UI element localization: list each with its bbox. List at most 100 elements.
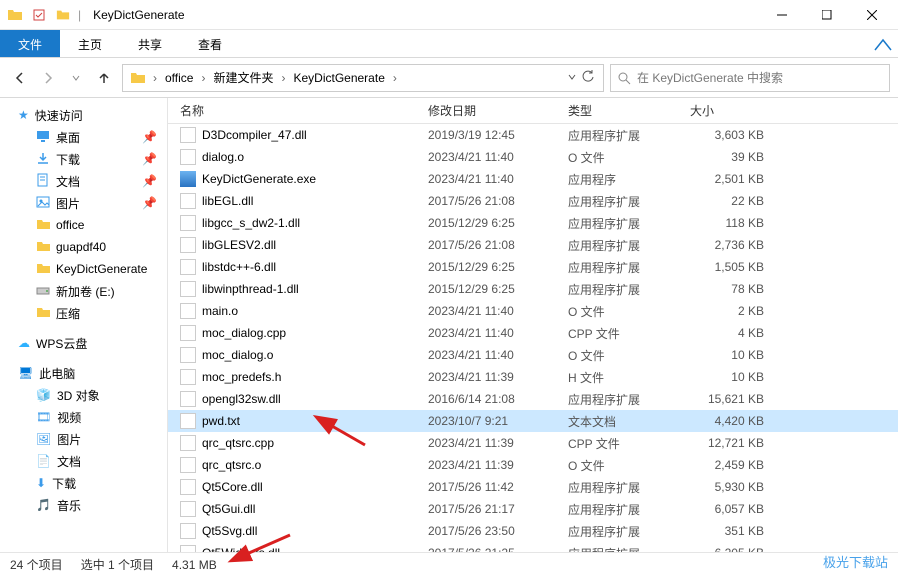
- sidebar-pc-item[interactable]: 🎵音乐: [0, 494, 167, 516]
- col-name[interactable]: 名称: [180, 102, 428, 119]
- file-size: 2,501 KB: [690, 172, 780, 186]
- minimize-button[interactable]: [759, 0, 804, 29]
- file-size: 4 KB: [690, 326, 780, 340]
- file-row[interactable]: moc_predefs.h 2023/4/21 11:39 H 文件 10 KB: [168, 366, 898, 388]
- file-row[interactable]: libwinpthread-1.dll 2015/12/29 6:25 应用程序…: [168, 278, 898, 300]
- qat-properties[interactable]: [28, 4, 50, 26]
- file-icon: [180, 523, 196, 539]
- file-row[interactable]: Qt5Widgets.dll 2017/5/26 21:25 应用程序扩展 6,…: [168, 542, 898, 552]
- pin-icon: 📌: [142, 152, 157, 166]
- file-name: moc_predefs.h: [202, 370, 281, 384]
- nav-icon: 🖼: [36, 432, 51, 446]
- nav-back[interactable]: [8, 66, 32, 90]
- sidebar-item[interactable]: KeyDictGenerate: [0, 258, 167, 280]
- file-icon: [180, 479, 196, 495]
- file-row[interactable]: qrc_qtsrc.o 2023/4/21 11:39 O 文件 2,459 K…: [168, 454, 898, 476]
- sidebar-pc-item[interactable]: 🧊3D 对象: [0, 384, 167, 406]
- file-icon: [180, 369, 196, 385]
- nav-history[interactable]: [64, 66, 88, 90]
- sidebar: ★ 快速访问 桌面📌下载📌文档📌图片📌 office guapdf40 KeyDict…: [0, 98, 168, 552]
- tab-share[interactable]: 共享: [120, 30, 180, 57]
- file-row[interactable]: moc_dialog.o 2023/4/21 11:40 O 文件 10 KB: [168, 344, 898, 366]
- file-row[interactable]: moc_dialog.cpp 2023/4/21 11:40 CPP 文件 4 …: [168, 322, 898, 344]
- chevron-right-icon[interactable]: ›: [391, 71, 399, 85]
- file-row[interactable]: main.o 2023/4/21 11:40 O 文件 2 KB: [168, 300, 898, 322]
- file-row[interactable]: libEGL.dll 2017/5/26 21:08 应用程序扩展 22 KB: [168, 190, 898, 212]
- file-date: 2017/5/26 21:17: [428, 502, 568, 516]
- nav-forward[interactable]: [36, 66, 60, 90]
- sidebar-pc-item[interactable]: 🎞视频: [0, 406, 167, 428]
- file-date: 2023/4/21 11:40: [428, 172, 568, 186]
- breadcrumb-seg-0[interactable]: office: [161, 69, 197, 87]
- file-row[interactable]: pwd.txt 2023/10/7 9:21 文本文档 4,420 KB: [168, 410, 898, 432]
- col-size[interactable]: 大小: [690, 102, 898, 119]
- breadcrumb-seg-1[interactable]: 新建文件夹: [209, 67, 277, 88]
- refresh-icon[interactable]: [581, 69, 595, 86]
- status-selection: 选中 1 个项目: [81, 556, 154, 573]
- sidebar-item[interactable]: 下载📌: [0, 148, 167, 170]
- search-input[interactable]: 在 KeyDictGenerate 中搜索: [610, 64, 890, 92]
- sidebar-pc-item[interactable]: 🖼图片: [0, 428, 167, 450]
- file-date: 2017/5/26 21:08: [428, 194, 568, 208]
- file-row[interactable]: Qt5Svg.dll 2017/5/26 23:50 应用程序扩展 351 KB: [168, 520, 898, 542]
- nav-up[interactable]: [92, 66, 116, 90]
- file-name: KeyDictGenerate.exe: [202, 172, 316, 186]
- file-date: 2023/4/21 11:40: [428, 304, 568, 318]
- sidebar-quick-access[interactable]: ★ 快速访问: [0, 104, 167, 126]
- file-icon: [180, 281, 196, 297]
- file-icon: [180, 259, 196, 275]
- sidebar-label: WPS云盘: [36, 335, 87, 352]
- breadcrumb[interactable]: › office › 新建文件夹 › KeyDictGenerate ›: [122, 64, 604, 92]
- sidebar-item[interactable]: 压缩: [0, 302, 167, 324]
- tab-file[interactable]: 文件: [0, 30, 60, 57]
- file-date: 2023/4/21 11:40: [428, 150, 568, 164]
- file-type: 应用程序扩展: [568, 193, 690, 210]
- qat-open[interactable]: [52, 4, 74, 26]
- file-row[interactable]: libgcc_s_dw2-1.dll 2015/12/29 6:25 应用程序扩…: [168, 212, 898, 234]
- sidebar-item[interactable]: 桌面📌: [0, 126, 167, 148]
- file-name: libEGL.dll: [202, 194, 253, 208]
- nav-icon: [36, 151, 50, 168]
- close-button[interactable]: [849, 0, 894, 29]
- chevron-right-icon[interactable]: ›: [151, 71, 159, 85]
- file-row[interactable]: libGLESV2.dll 2017/5/26 21:08 应用程序扩展 2,7…: [168, 234, 898, 256]
- sidebar-item[interactable]: 图片📌: [0, 192, 167, 214]
- sidebar-wps[interactable]: ☁ WPS云盘: [0, 332, 167, 354]
- ribbon-help-icon[interactable]: [868, 30, 898, 57]
- sidebar-item[interactable]: guapdf40: [0, 236, 167, 258]
- tab-view[interactable]: 查看: [180, 30, 240, 57]
- file-row[interactable]: qrc_qtsrc.cpp 2023/4/21 11:39 CPP 文件 12,…: [168, 432, 898, 454]
- file-row[interactable]: Qt5Core.dll 2017/5/26 11:42 应用程序扩展 5,930…: [168, 476, 898, 498]
- sidebar-this-pc[interactable]: 🖥 此电脑: [0, 362, 167, 384]
- file-row[interactable]: dialog.o 2023/4/21 11:40 O 文件 39 KB: [168, 146, 898, 168]
- nav-icon: [36, 283, 50, 300]
- file-row[interactable]: KeyDictGenerate.exe 2023/4/21 11:40 应用程序…: [168, 168, 898, 190]
- file-row[interactable]: libstdc++-6.dll 2015/12/29 6:25 应用程序扩展 1…: [168, 256, 898, 278]
- file-row[interactable]: opengl32sw.dll 2016/6/14 21:08 应用程序扩展 15…: [168, 388, 898, 410]
- sidebar-item-label: guapdf40: [56, 240, 106, 254]
- maximize-button[interactable]: [804, 0, 849, 29]
- breadcrumb-seg-2[interactable]: KeyDictGenerate: [289, 69, 388, 87]
- sidebar-pc-item[interactable]: ⬇下载: [0, 472, 167, 494]
- sidebar-item-label: office: [56, 218, 84, 232]
- file-row[interactable]: Qt5Gui.dll 2017/5/26 21:17 应用程序扩展 6,057 …: [168, 498, 898, 520]
- breadcrumb-dropdown[interactable]: [567, 71, 577, 85]
- nav-icon: 🧊: [36, 388, 51, 402]
- col-type[interactable]: 类型: [568, 102, 690, 119]
- file-row[interactable]: D3Dcompiler_47.dll 2019/3/19 12:45 应用程序扩…: [168, 124, 898, 146]
- file-icon: [180, 215, 196, 231]
- file-size: 10 KB: [690, 348, 780, 362]
- sidebar-item[interactable]: 文档📌: [0, 170, 167, 192]
- file-size: 39 KB: [690, 150, 780, 164]
- tab-home[interactable]: 主页: [60, 30, 120, 57]
- sidebar-item[interactable]: office: [0, 214, 167, 236]
- file-name: Qt5Gui.dll: [202, 502, 255, 516]
- nav-icon: [36, 217, 50, 234]
- sidebar-pc-item[interactable]: 📄文档: [0, 450, 167, 472]
- col-date[interactable]: 修改日期: [428, 102, 568, 119]
- chevron-right-icon[interactable]: ›: [199, 71, 207, 85]
- file-list[interactable]: D3Dcompiler_47.dll 2019/3/19 12:45 应用程序扩…: [168, 124, 898, 552]
- sidebar-item[interactable]: 新加卷 (E:): [0, 280, 167, 302]
- chevron-right-icon[interactable]: ›: [279, 71, 287, 85]
- file-name: D3Dcompiler_47.dll: [202, 128, 307, 142]
